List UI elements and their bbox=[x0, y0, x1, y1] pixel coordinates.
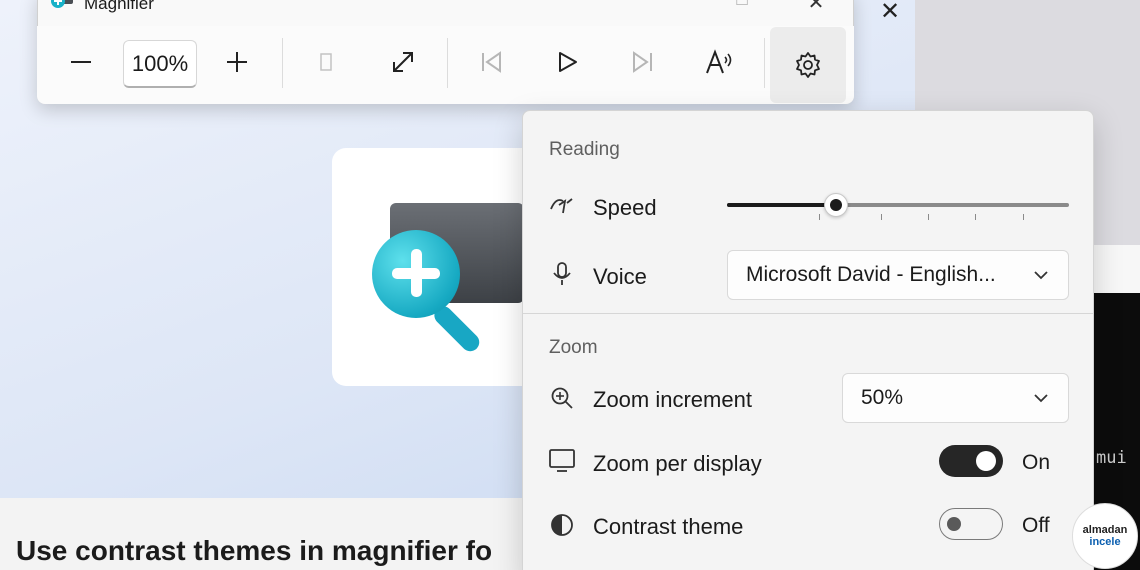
article-title: Use contrast themes in magnifier fo bbox=[16, 535, 493, 566]
voice-dropdown[interactable]: Microsoft David - English... bbox=[727, 250, 1069, 300]
slider-tick bbox=[881, 214, 882, 220]
terminal-text: mui bbox=[1096, 448, 1127, 468]
zoom-per-display-state: On bbox=[1022, 451, 1051, 474]
settings-flyout: Reading Speed Voice Microsoft David - En… bbox=[522, 110, 1094, 570]
hero-plus-vertical bbox=[411, 249, 422, 297]
zoom-per-display-label: Zoom per display bbox=[593, 451, 762, 476]
background-panel bbox=[1092, 245, 1140, 293]
plus-icon bbox=[227, 52, 247, 72]
view-mode-icon bbox=[320, 53, 332, 71]
slider-tick bbox=[819, 214, 820, 220]
background-desktop-edge bbox=[1092, 0, 1140, 245]
next-sentence-button[interactable] bbox=[621, 40, 665, 84]
contrast-icon bbox=[549, 512, 575, 538]
speed-label: Speed bbox=[593, 195, 657, 220]
speed-slider-fill bbox=[727, 203, 837, 207]
contrast-theme-label: Contrast theme bbox=[593, 514, 744, 539]
expand-icon bbox=[393, 52, 413, 72]
zoom-out-button[interactable] bbox=[59, 40, 103, 84]
play-button[interactable] bbox=[545, 40, 589, 84]
slider-tick bbox=[1023, 214, 1024, 220]
play-icon bbox=[559, 52, 577, 72]
read-from-here-button[interactable] bbox=[698, 40, 742, 84]
reading-section-label: Reading bbox=[549, 139, 620, 160]
watermark-line2: incele bbox=[1089, 535, 1121, 548]
slider-tick bbox=[975, 214, 976, 220]
contrast-theme-toggle[interactable] bbox=[939, 508, 1003, 540]
toolbar-separator bbox=[282, 38, 283, 88]
close-button[interactable]: ✕ bbox=[796, 0, 836, 14]
microphone-icon bbox=[549, 261, 575, 287]
zoom-in-icon bbox=[549, 385, 575, 411]
settings-button[interactable] bbox=[770, 27, 846, 103]
view-mode-button[interactable] bbox=[304, 40, 348, 84]
slider-tick bbox=[928, 214, 929, 220]
previous-sentence-button[interactable] bbox=[469, 40, 513, 84]
maximize-button[interactable]: ☐ bbox=[722, 0, 762, 12]
speed-slider-thumb[interactable] bbox=[824, 193, 849, 217]
voice-dropdown-value: Microsoft David - English... bbox=[746, 263, 996, 286]
toolbar-separator bbox=[447, 38, 448, 88]
settings-gear-icon bbox=[796, 52, 820, 78]
next-icon bbox=[633, 51, 652, 73]
zoom-increment-label: Zoom increment bbox=[593, 387, 752, 412]
chevron-down-icon bbox=[1034, 271, 1048, 280]
voice-label: Voice bbox=[593, 264, 647, 289]
speed-icon bbox=[549, 193, 575, 219]
previous-icon bbox=[482, 51, 501, 73]
zoom-increment-value: 50% bbox=[861, 386, 904, 409]
zoom-section-label: Zoom bbox=[549, 337, 598, 358]
background-close-button[interactable]: ✕ bbox=[872, 0, 908, 26]
monitor-icon bbox=[549, 448, 575, 474]
minimize-button[interactable]: — bbox=[648, 0, 688, 12]
zoom-in-button[interactable] bbox=[215, 40, 259, 84]
magnifier-app-icon bbox=[51, 0, 73, 8]
read-from-here-icon bbox=[706, 49, 732, 74]
full-screen-button[interactable] bbox=[381, 40, 425, 84]
magnifier-title: Magnifier bbox=[84, 0, 154, 13]
contrast-theme-state: Off bbox=[1022, 514, 1050, 537]
watermark-line1: almadan bbox=[1082, 523, 1128, 536]
section-divider bbox=[523, 313, 1093, 314]
speed-slider-track[interactable] bbox=[727, 203, 1069, 207]
toolbar-separator bbox=[764, 38, 765, 88]
zoom-increment-dropdown[interactable]: 50% bbox=[842, 373, 1069, 423]
zoom-per-display-toggle[interactable] bbox=[939, 445, 1003, 477]
watermark-logo: almadan incele bbox=[1072, 503, 1138, 569]
minus-icon bbox=[71, 61, 91, 63]
zoom-level-display[interactable]: 100% bbox=[123, 40, 197, 88]
chevron-down-icon bbox=[1034, 394, 1048, 403]
